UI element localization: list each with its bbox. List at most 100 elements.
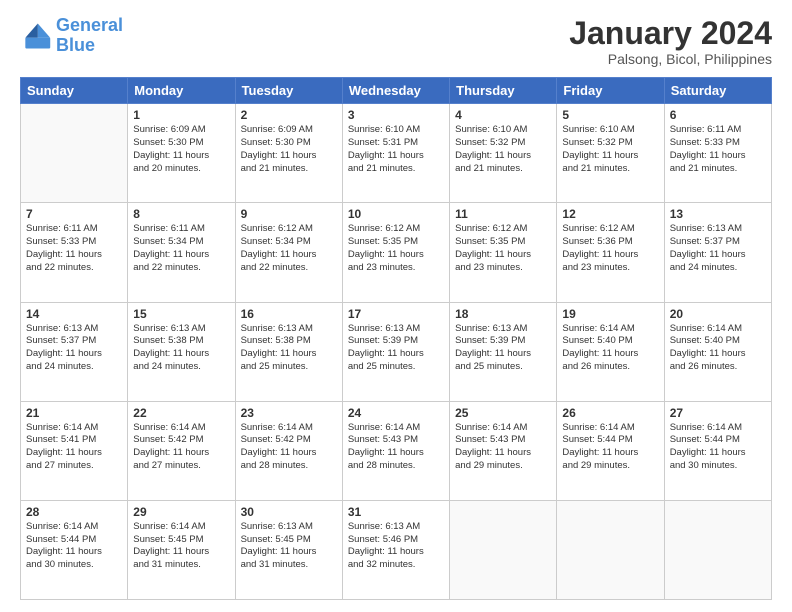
calendar-cell: 28 Sunrise: 6:14 AM Sunset: 5:44 PM Dayli… (21, 500, 128, 599)
title-block: January 2024 Palsong, Bicol, Philippines (569, 16, 772, 67)
calendar-cell: 9 Sunrise: 6:12 AM Sunset: 5:34 PM Daylig… (235, 203, 342, 302)
day-number: 7 (26, 207, 122, 221)
calendar-cell: 11 Sunrise: 6:12 AM Sunset: 5:35 PM Dayli… (450, 203, 557, 302)
calendar-cell: 8Sunrise: 6:11 AM Sunset: 5:34 PM Daylig… (128, 203, 235, 302)
day-number: 17 (348, 307, 444, 321)
calendar-cell: 12Sunrise: 6:12 AM Sunset: 5:36 PM Dayli… (557, 203, 664, 302)
day-number: 6 (670, 108, 766, 122)
main-title: January 2024 (569, 16, 772, 51)
day-info: Sunrise: 6:09 AM Sunset: 5:30 PM Dayligh… (133, 124, 229, 175)
day-info: Sunrise: 6:14 AM Sunset: 5:45 PM Dayligh… (133, 521, 229, 572)
day-number: 24 (348, 406, 444, 420)
calendar-cell (664, 500, 771, 599)
calendar-cell (21, 104, 128, 203)
day-number: 23 (241, 406, 337, 420)
day-number: 12 (562, 207, 658, 221)
day-number: 5 (562, 108, 658, 122)
calendar-cell: 7 Sunrise: 6:11 AM Sunset: 5:33 PM Daylig… (21, 203, 128, 302)
calendar-header-wednesday: Wednesday (342, 78, 449, 104)
day-number: 3 (348, 108, 444, 122)
day-number: 28 (26, 505, 122, 519)
calendar-cell: 13 Sunrise: 6:13 AM Sunset: 5:37 PM Dayli… (664, 203, 771, 302)
day-info: Sunrise: 6:14 AM Sunset: 5:44 PM Dayligh… (670, 422, 766, 473)
logo-general: General (56, 15, 123, 35)
day-number: 13 (670, 207, 766, 221)
day-number: 4 (455, 108, 551, 122)
calendar-header-sunday: Sunday (21, 78, 128, 104)
calendar-cell: 6 Sunrise: 6:11 AM Sunset: 5:33 PM Daylig… (664, 104, 771, 203)
day-info: Sunrise: 6:12 AM Sunset: 5:35 PM Dayligh… (348, 223, 444, 274)
calendar-cell: 31Sunrise: 6:13 AM Sunset: 5:46 PM Dayli… (342, 500, 449, 599)
calendar-cell: 18 Sunrise: 6:13 AM Sunset: 5:39 PM Dayli… (450, 302, 557, 401)
day-number: 29 (133, 505, 229, 519)
calendar-cell: 10 Sunrise: 6:12 AM Sunset: 5:35 PM Dayli… (342, 203, 449, 302)
day-info: Sunrise: 6:14 AM Sunset: 5:40 PM Dayligh… (670, 323, 766, 374)
day-number: 1 (133, 108, 229, 122)
day-number: 18 (455, 307, 551, 321)
day-info: Sunrise: 6:11 AM Sunset: 5:33 PM Dayligh… (670, 124, 766, 175)
calendar-cell (450, 500, 557, 599)
calendar-table: SundayMondayTuesdayWednesdayThursdayFrid… (20, 77, 772, 600)
day-number: 10 (348, 207, 444, 221)
day-info: Sunrise: 6:13 AM Sunset: 5:38 PM Dayligh… (133, 323, 229, 374)
header: General Blue January 2024 Palsong, Bicol… (20, 16, 772, 67)
day-info: Sunrise: 6:12 AM Sunset: 5:35 PM Dayligh… (455, 223, 551, 274)
day-info: Sunrise: 6:13 AM Sunset: 5:46 PM Dayligh… (348, 521, 444, 572)
calendar-cell: 1 Sunrise: 6:09 AM Sunset: 5:30 PM Daylig… (128, 104, 235, 203)
calendar-cell: 16 Sunrise: 6:13 AM Sunset: 5:38 PM Dayli… (235, 302, 342, 401)
calendar-header-tuesday: Tuesday (235, 78, 342, 104)
day-number: 30 (241, 505, 337, 519)
calendar-cell: 22 Sunrise: 6:14 AM Sunset: 5:42 PM Dayli… (128, 401, 235, 500)
day-info: Sunrise: 6:12 AM Sunset: 5:34 PM Dayligh… (241, 223, 337, 274)
calendar-cell: 26Sunrise: 6:14 AM Sunset: 5:44 PM Dayli… (557, 401, 664, 500)
day-info: Sunrise: 6:13 AM Sunset: 5:37 PM Dayligh… (26, 323, 122, 374)
logo-blue: Blue (56, 36, 123, 56)
calendar-cell: 14 Sunrise: 6:13 AM Sunset: 5:37 PM Dayli… (21, 302, 128, 401)
calendar-header-monday: Monday (128, 78, 235, 104)
calendar-cell: 23 Sunrise: 6:14 AM Sunset: 5:42 PM Dayli… (235, 401, 342, 500)
day-info: Sunrise: 6:10 AM Sunset: 5:31 PM Dayligh… (348, 124, 444, 175)
subtitle: Palsong, Bicol, Philippines (569, 51, 772, 67)
day-info: Sunrise: 6:13 AM Sunset: 5:37 PM Dayligh… (670, 223, 766, 274)
day-info: Sunrise: 6:14 AM Sunset: 5:41 PM Dayligh… (26, 422, 122, 473)
day-number: 14 (26, 307, 122, 321)
calendar-cell: 24 Sunrise: 6:14 AM Sunset: 5:43 PM Dayli… (342, 401, 449, 500)
day-info: Sunrise: 6:11 AM Sunset: 5:33 PM Dayligh… (26, 223, 122, 274)
page: General Blue January 2024 Palsong, Bicol… (0, 0, 792, 612)
calendar-cell: 2 Sunrise: 6:09 AM Sunset: 5:30 PM Daylig… (235, 104, 342, 203)
day-number: 16 (241, 307, 337, 321)
day-number: 26 (562, 406, 658, 420)
day-info: Sunrise: 6:09 AM Sunset: 5:30 PM Dayligh… (241, 124, 337, 175)
day-info: Sunrise: 6:14 AM Sunset: 5:42 PM Dayligh… (241, 422, 337, 473)
calendar-cell: 21 Sunrise: 6:14 AM Sunset: 5:41 PM Dayli… (21, 401, 128, 500)
logo-text: General Blue (56, 16, 123, 56)
day-number: 21 (26, 406, 122, 420)
day-info: Sunrise: 6:13 AM Sunset: 5:39 PM Dayligh… (455, 323, 551, 374)
calendar-cell: 30Sunrise: 6:13 AM Sunset: 5:45 PM Dayli… (235, 500, 342, 599)
calendar-cell: 25Sunrise: 6:14 AM Sunset: 5:43 PM Dayli… (450, 401, 557, 500)
day-info: Sunrise: 6:10 AM Sunset: 5:32 PM Dayligh… (562, 124, 658, 175)
day-number: 15 (133, 307, 229, 321)
day-number: 22 (133, 406, 229, 420)
day-info: Sunrise: 6:13 AM Sunset: 5:38 PM Dayligh… (241, 323, 337, 374)
day-info: Sunrise: 6:10 AM Sunset: 5:32 PM Dayligh… (455, 124, 551, 175)
day-number: 27 (670, 406, 766, 420)
calendar-header-thursday: Thursday (450, 78, 557, 104)
logo: General Blue (20, 16, 123, 56)
calendar-header-saturday: Saturday (664, 78, 771, 104)
day-info: Sunrise: 6:14 AM Sunset: 5:43 PM Dayligh… (348, 422, 444, 473)
day-number: 9 (241, 207, 337, 221)
day-info: Sunrise: 6:14 AM Sunset: 5:44 PM Dayligh… (26, 521, 122, 572)
day-info: Sunrise: 6:13 AM Sunset: 5:39 PM Dayligh… (348, 323, 444, 374)
calendar-header-friday: Friday (557, 78, 664, 104)
calendar-cell: 15 Sunrise: 6:13 AM Sunset: 5:38 PM Dayli… (128, 302, 235, 401)
day-info: Sunrise: 6:14 AM Sunset: 5:42 PM Dayligh… (133, 422, 229, 473)
day-number: 8 (133, 207, 229, 221)
day-number: 2 (241, 108, 337, 122)
day-number: 25 (455, 406, 551, 420)
calendar-cell: 29 Sunrise: 6:14 AM Sunset: 5:45 PM Dayli… (128, 500, 235, 599)
day-number: 11 (455, 207, 551, 221)
calendar-cell: 27 Sunrise: 6:14 AM Sunset: 5:44 PM Dayli… (664, 401, 771, 500)
calendar-cell: 17 Sunrise: 6:13 AM Sunset: 5:39 PM Dayli… (342, 302, 449, 401)
calendar-cell: 5 Sunrise: 6:10 AM Sunset: 5:32 PM Daylig… (557, 104, 664, 203)
